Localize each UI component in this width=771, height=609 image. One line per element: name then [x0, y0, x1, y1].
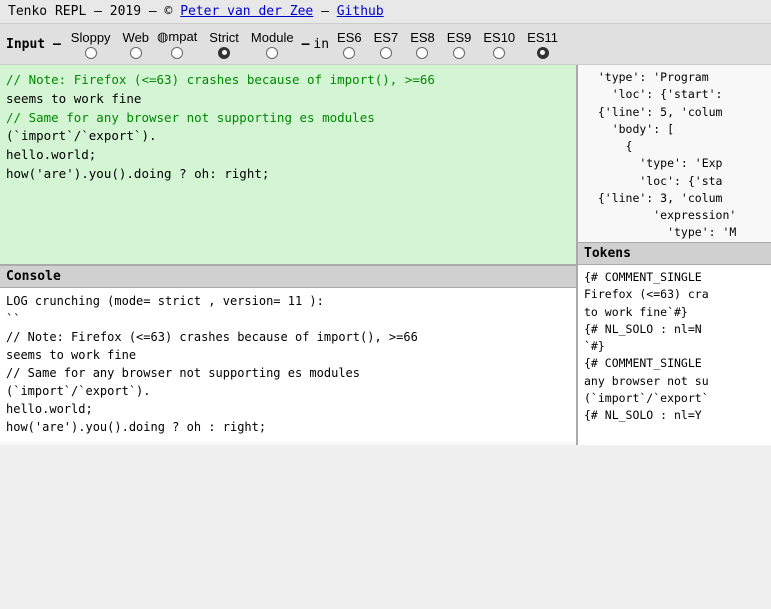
- mode-sloppy-radio: [85, 47, 97, 59]
- separator1: —: [302, 37, 310, 52]
- mode-strict-radio: [218, 47, 230, 59]
- mode-web-label: Web: [123, 30, 150, 45]
- title-text: Tenko REPL — 2019 — ©: [8, 4, 180, 19]
- editor-line-1: // Note: Firefox (<=63) crashes because …: [6, 72, 435, 87]
- mode-web[interactable]: Web: [119, 29, 154, 60]
- version-es10-label: ES10: [483, 30, 515, 45]
- mode-module-label: Module: [251, 30, 294, 45]
- version-es6-radio: [343, 47, 355, 59]
- version-es7[interactable]: ES7: [370, 29, 403, 60]
- mode-webcompat-radio: [171, 47, 183, 59]
- editor-line-3: // Same for any browser not supporting e…: [6, 110, 375, 125]
- console-line-1: LOG crunching (mode= strict , version= 1…: [6, 294, 324, 308]
- mode-module-radio: [266, 47, 278, 59]
- ast-area[interactable]: 'type': 'Program 'loc': {'start': {'line…: [578, 65, 771, 243]
- right-panel: 'type': 'Program 'loc': {'start': {'line…: [578, 65, 771, 445]
- mode-sloppy[interactable]: Sloppy: [67, 29, 115, 60]
- version-es8[interactable]: ES8: [406, 29, 439, 60]
- console-output: LOG crunching (mode= strict , version= 1…: [0, 288, 576, 442]
- mode-webcompat[interactable]: ◍mpat: [153, 28, 201, 60]
- editor-line-5: hello.world;: [6, 147, 96, 162]
- version-es9[interactable]: ES9: [443, 29, 476, 60]
- console-line-5: // Same for any browser not supporting e…: [6, 366, 360, 380]
- mode-module[interactable]: Module: [247, 29, 298, 60]
- version-buttons: ES6 ES7 ES8 ES9 ES10 ES11: [333, 29, 562, 60]
- version-es10[interactable]: ES10: [479, 29, 519, 60]
- version-es11-radio: [537, 47, 549, 59]
- toolbar: Input — Sloppy Web ◍mpat Strict Module —…: [0, 24, 771, 65]
- input-label: Input —: [6, 37, 61, 52]
- version-es9-radio: [453, 47, 465, 59]
- console-line-4: seems to work fine: [6, 348, 136, 362]
- editor-line-6: how('are').you().doing ? oh: right;: [6, 166, 269, 181]
- title-sep: —: [313, 4, 336, 19]
- console-line-7: hello.world;: [6, 402, 93, 416]
- console-line-2: ``: [6, 312, 20, 326]
- version-es9-label: ES9: [447, 30, 472, 45]
- console-line-6: (`import`/`export`).: [6, 384, 151, 398]
- version-es10-radio: [493, 47, 505, 59]
- left-panel: // Note: Firefox (<=63) crashes because …: [0, 65, 578, 445]
- mode-strict-label: Strict: [209, 30, 239, 45]
- editor-area[interactable]: // Note: Firefox (<=63) crashes because …: [0, 65, 576, 265]
- github-link[interactable]: Github: [337, 4, 384, 19]
- mode-sloppy-label: Sloppy: [71, 30, 111, 45]
- version-es7-label: ES7: [374, 30, 399, 45]
- version-es7-radio: [380, 47, 392, 59]
- console-title: Console: [0, 265, 576, 288]
- mode-web-radio: [130, 47, 142, 59]
- mode-buttons: Sloppy Web ◍mpat Strict Module: [67, 28, 298, 60]
- version-es11[interactable]: ES11: [523, 29, 562, 60]
- title-bar: Tenko REPL — 2019 — © Peter van der Zee …: [0, 0, 771, 24]
- in-label: in: [313, 37, 329, 52]
- mode-webcompat-label: ◍mpat: [157, 29, 197, 45]
- version-es8-label: ES8: [410, 30, 435, 45]
- console-line-3: // Note: Firefox (<=63) crashes because …: [6, 330, 418, 344]
- mode-strict[interactable]: Strict: [205, 29, 243, 60]
- version-es11-label: ES11: [527, 30, 558, 45]
- version-es6-label: ES6: [337, 30, 362, 45]
- editor-line-4: (`import`/`export`).: [6, 128, 157, 143]
- main-area: // Note: Firefox (<=63) crashes because …: [0, 65, 771, 445]
- author-link[interactable]: Peter van der Zee: [180, 4, 313, 19]
- version-es8-radio: [416, 47, 428, 59]
- version-es6[interactable]: ES6: [333, 29, 366, 60]
- tokens-area[interactable]: {# COMMENT_SINGLE Firefox (<=63) cra to …: [578, 265, 771, 445]
- console-area: Console LOG crunching (mode= strict , ve…: [0, 265, 576, 445]
- console-line-8: how('are').you().doing ? oh : right;: [6, 420, 266, 434]
- tokens-title: Tokens: [578, 243, 771, 265]
- editor-line-2: seems to work fine: [6, 91, 141, 106]
